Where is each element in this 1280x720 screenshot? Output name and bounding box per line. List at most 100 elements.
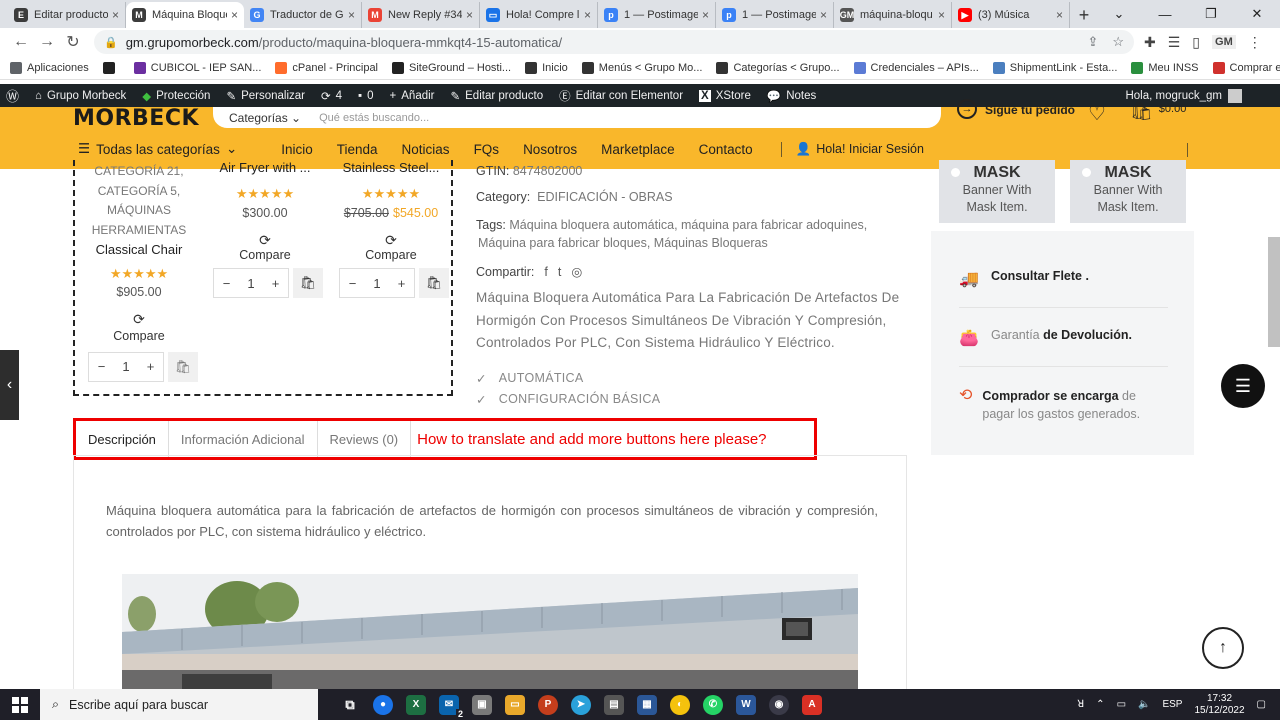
nav-link-marketplace[interactable]: Marketplace xyxy=(601,142,675,157)
bookmark-item[interactable]: Credenciales – APIs... xyxy=(853,61,979,74)
acrobat-icon[interactable]: A xyxy=(802,694,822,715)
bookmark-item[interactable]: Comprar en USA de... xyxy=(1212,61,1280,74)
cart-link[interactable]: 🛍 $0.00 xyxy=(1130,101,1186,126)
category-link[interactable]: CATEGORÍA 5, xyxy=(75,182,203,202)
add-to-cart-bag-icon[interactable]: 🛍 xyxy=(419,268,449,298)
excel-icon[interactable]: X xyxy=(406,694,426,715)
bookmark-item[interactable]: CUBICOL - IEP SAN... xyxy=(133,61,261,74)
wp-site-link[interactable]: ⌂ Grupo Morbeck xyxy=(35,90,126,102)
close-tab-icon[interactable]: × xyxy=(348,8,355,22)
bookmark-item[interactable]: Aplicaciones xyxy=(10,61,89,74)
tags-links[interactable]: Máquina bloquera automática, máquina par… xyxy=(509,218,867,232)
chevron-up-icon[interactable]: ⌃ xyxy=(1096,699,1104,710)
reading-list-icon[interactable]: ☰ xyxy=(1168,34,1181,51)
bookmark-item[interactable]: Meu INSS xyxy=(1131,61,1199,74)
wp-elementor-link[interactable]: Ⓔ Editar con Elementor xyxy=(559,88,683,104)
nav-link-inicio[interactable]: Inicio xyxy=(281,142,313,157)
compare-button[interactable]: ⟳ Compare xyxy=(75,311,203,347)
search-category-select[interactable]: Categorías ⌄ xyxy=(229,111,301,125)
qty-minus-button[interactable]: − xyxy=(340,276,365,291)
browser-tab[interactable]: ▭ Hola! Compre l × xyxy=(480,2,598,28)
qty-plus-button[interactable]: + xyxy=(263,276,288,291)
browser-tab[interactable]: M New Reply #34 × xyxy=(362,2,480,28)
bookmark-item[interactable] xyxy=(102,61,120,74)
wp-protection-link[interactable]: ◆ Protección xyxy=(142,89,210,103)
tab-informacion-adicional[interactable]: Información Adicional xyxy=(169,421,318,457)
close-tab-icon[interactable]: × xyxy=(820,8,827,22)
nav-link-tienda[interactable]: Tienda xyxy=(337,142,378,157)
browser-tab[interactable]: ▶ (3) Música × xyxy=(952,2,1070,28)
qty-minus-button[interactable]: − xyxy=(89,357,114,377)
clock[interactable]: 17:32 15/12/2022 xyxy=(1194,693,1244,717)
powerpoint-icon[interactable]: P xyxy=(538,694,558,715)
mobile-menu-button[interactable]: ☰ xyxy=(1221,364,1265,408)
network-icon[interactable]: ▭ xyxy=(1117,699,1126,710)
tab-descripcion[interactable]: Descripción xyxy=(76,421,169,457)
lock-icon[interactable]: 🔒 xyxy=(104,36,118,49)
tab-search-icon[interactable]: ⌄ xyxy=(1096,0,1142,28)
scrollbar-thumb[interactable] xyxy=(1268,237,1280,347)
notifications-icon[interactable]: ▢ xyxy=(1257,699,1266,710)
note-icon[interactable]: ▤ xyxy=(604,694,624,715)
close-tab-icon[interactable]: × xyxy=(702,8,709,22)
wp-add-new-link[interactable]: + Añadir xyxy=(390,90,435,102)
browser-tab[interactable]: M Máquina Bloque × xyxy=(126,2,244,28)
task-view-icon[interactable]: ⧉ xyxy=(340,695,360,715)
wp-updates-link[interactable]: ⟳ 4 xyxy=(321,89,342,103)
chrome-icon[interactable]: ● xyxy=(373,694,393,715)
qty-plus-button[interactable]: + xyxy=(389,276,414,291)
facebook-icon[interactable]: f xyxy=(544,265,547,279)
qty-input[interactable]: 1 xyxy=(239,276,263,291)
bookmark-star-icon[interactable]: ☆ xyxy=(1112,34,1124,50)
category-link[interactable]: MÁQUINAS xyxy=(75,201,203,221)
reload-icon[interactable]: ↻ xyxy=(60,32,86,52)
category-link[interactable]: CATEGORÍA 21, xyxy=(75,162,203,182)
track-order-link[interactable]: → Sigue tu pedido xyxy=(957,99,1075,119)
explorer-icon[interactable]: ▭ xyxy=(505,694,525,715)
wp-customize-link[interactable]: ✎ Personalizar xyxy=(226,89,305,103)
telegram-icon[interactable]: ➤ xyxy=(571,694,591,715)
product-name[interactable]: Stainless Steel... xyxy=(329,160,453,176)
twitter-icon[interactable]: t xyxy=(558,265,561,279)
browser-tab[interactable]: G Traductor de G × xyxy=(244,2,362,28)
wp-notes-link[interactable]: 💬 Notes xyxy=(767,89,816,103)
close-tab-icon[interactable]: × xyxy=(584,8,591,22)
wp-xstore-link[interactable]: X XStore xyxy=(699,89,751,102)
wp-comments-link[interactable]: ▪ 0 xyxy=(358,90,373,102)
scroll-to-top-button[interactable]: ↑ xyxy=(1202,627,1244,669)
login-link[interactable]: 👤 Hola! Iniciar Sesión xyxy=(780,141,924,157)
browser-tab[interactable]: p 1 — Postimage × xyxy=(598,2,716,28)
qty-minus-button[interactable]: − xyxy=(214,276,239,291)
calculator-icon[interactable]: ▦ xyxy=(637,694,657,715)
wordpress-logo-icon[interactable]: Ⓦ xyxy=(6,86,19,105)
share-icon[interactable]: ⇪ xyxy=(1087,34,1098,50)
photos-icon[interactable]: ▣ xyxy=(472,694,492,715)
product-name[interactable]: Classical Chair xyxy=(75,240,203,260)
qty-plus-button[interactable]: + xyxy=(138,357,163,377)
search-input[interactable]: Qué estás buscando... xyxy=(319,112,429,124)
tags-links[interactable]: Máquina para fabricar bloques, Máquinas … xyxy=(478,236,768,250)
category-link[interactable]: HERRAMIENTAS xyxy=(75,221,203,241)
add-to-cart-bag-icon[interactable]: 🛍 xyxy=(168,352,198,382)
all-categories-menu[interactable]: ☰ Todas las categorías ⌄ xyxy=(78,141,237,157)
nav-link-fqs[interactable]: FQs xyxy=(474,142,500,157)
close-tab-icon[interactable]: × xyxy=(938,8,945,22)
close-tab-icon[interactable]: × xyxy=(1056,8,1063,22)
whatsapp-taskbar-icon[interactable]: ✆ xyxy=(703,694,723,715)
extensions-icon[interactable]: ✚ xyxy=(1144,34,1156,51)
bookmark-item[interactable]: Inicio xyxy=(525,61,568,74)
product-name[interactable]: Air Fryer with ... xyxy=(203,160,327,176)
bookmark-item[interactable]: Categorías < Grupo... xyxy=(716,61,840,74)
category-link[interactable]: EDIFICACIÓN - OBRAS xyxy=(537,190,672,204)
site-logo[interactable]: MORBECK xyxy=(73,107,199,131)
volume-icon[interactable]: 🔈 xyxy=(1138,699,1150,710)
profile-avatar[interactable]: GM xyxy=(1212,35,1236,49)
word-icon[interactable]: W xyxy=(736,694,756,715)
tab-reviews[interactable]: Reviews (0) xyxy=(318,421,412,457)
add-to-cart-bag-icon[interactable]: 🛍 xyxy=(293,268,323,298)
compare-button[interactable]: ⟳ Compare xyxy=(329,232,453,262)
prev-product-arrow[interactable]: ‹ xyxy=(0,350,19,420)
qty-input[interactable]: 1 xyxy=(365,276,389,291)
whatsapp-icon[interactable]: ◎ xyxy=(571,264,582,279)
close-tab-icon[interactable]: × xyxy=(112,8,119,22)
